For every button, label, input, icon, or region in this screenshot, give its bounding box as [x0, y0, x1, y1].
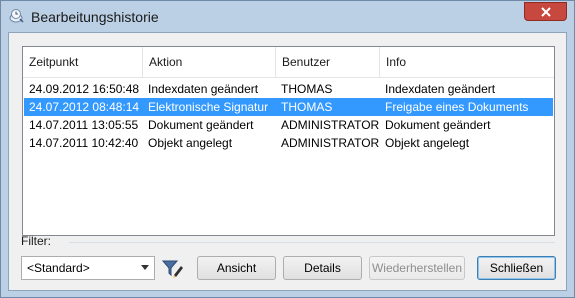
table-row[interactable]: 14.07.2011 10:42:40 Objekt angelegt ADMI… [24, 134, 553, 152]
list-header: Zeitpunkt Aktion Benutzer Info [23, 47, 554, 78]
window-title: Bearbeitungshistorie [31, 9, 159, 25]
column-header-aktion[interactable]: Aktion [143, 47, 276, 77]
chevron-down-icon [141, 265, 149, 270]
cell-aktion: Objekt angelegt [148, 136, 233, 150]
cell-benutzer: THOMAS [281, 82, 333, 96]
column-header-benutzer[interactable]: Benutzer [276, 47, 380, 77]
column-header-zeitpunkt[interactable]: Zeitpunkt [23, 47, 143, 77]
cell-benutzer: THOMAS [281, 100, 333, 114]
table-row-selected[interactable]: 24.07.2012 08:48:14 Elektronische Signat… [24, 98, 553, 116]
cell-aktion: Elektronische Signatur [148, 100, 269, 114]
table-row[interactable]: 24.09.2012 16:50:48 Indexdaten geändert … [24, 80, 553, 98]
cell-aktion: Indexdaten geändert [148, 82, 259, 96]
cell-info: Freigabe eines Dokuments [385, 100, 529, 114]
history-dialog: Bearbeitungshistorie Zeitpunkt Aktion Be… [0, 0, 575, 298]
cell-info: Dokument geändert [385, 118, 491, 132]
cell-info: Indexdaten geändert [385, 82, 496, 96]
cell-aktion: Dokument geändert [148, 118, 254, 132]
table-row[interactable]: 14.07.2011 13:05:55 Dokument geändert AD… [24, 116, 553, 134]
close-icon [541, 7, 551, 17]
cell-benutzer: ADMINISTRATOR [281, 118, 380, 132]
filter-label: Filter: [21, 234, 51, 248]
details-button[interactable]: Details [283, 256, 362, 280]
close-window-button[interactable] [524, 2, 567, 21]
column-header-info[interactable]: Info [380, 47, 554, 77]
wiederherstellen-button[interactable]: Wiederherstellen [369, 256, 465, 280]
ansicht-button[interactable]: Ansicht [197, 256, 276, 280]
filter-divider [69, 242, 555, 243]
cell-zeitpunkt: 24.07.2012 08:48:14 [29, 100, 140, 114]
cell-zeitpunkt: 24.09.2012 16:50:48 [29, 82, 140, 96]
dialog-body: Zeitpunkt Aktion Benutzer Info 24.09.201… [8, 32, 567, 291]
cell-zeitpunkt: 14.07.2011 13:05:55 [29, 118, 139, 132]
filter-select[interactable]: <Standard> [21, 256, 155, 280]
schliessen-button[interactable]: Schließen [477, 256, 556, 280]
filter-edit-icon [161, 260, 183, 278]
filter-select-value: <Standard> [27, 261, 90, 275]
cell-zeitpunkt: 14.07.2011 10:42:40 [29, 136, 139, 150]
history-list[interactable]: Zeitpunkt Aktion Benutzer Info 24.09.201… [22, 46, 555, 236]
edit-filter-button[interactable] [160, 256, 184, 280]
cell-benutzer: ADMINISTRATOR [281, 136, 380, 150]
cell-info: Objekt angelegt [385, 136, 470, 150]
title-bar[interactable]: Bearbeitungshistorie [1, 1, 574, 32]
history-icon [9, 8, 25, 24]
